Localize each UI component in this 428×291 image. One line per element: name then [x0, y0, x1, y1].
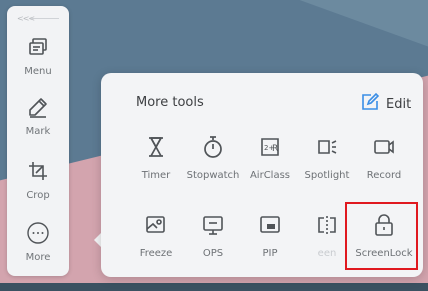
pip-icon — [256, 211, 284, 239]
tool-timer[interactable]: Timer — [127, 133, 185, 181]
edit-button[interactable]: Edit — [360, 92, 411, 116]
tool-record[interactable]: Record — [355, 133, 413, 181]
sidebar-item-label: Crop — [26, 190, 50, 201]
side-toolbar: <<< Menu Mark Crop More — [7, 6, 69, 276]
split-screen-icon — [313, 211, 341, 239]
svg-text:R: R — [272, 144, 278, 154]
sidebar-item-mark[interactable]: Mark — [7, 92, 69, 137]
more-icon — [23, 218, 53, 248]
sidebar-item-label: Menu — [24, 66, 52, 77]
sidebar-item-menu[interactable]: Menu — [7, 32, 69, 77]
taskbar-strip — [0, 283, 428, 291]
tool-stopwatch[interactable]: Stopwatch — [184, 133, 242, 181]
stopwatch-icon — [199, 133, 227, 161]
tool-label: Stopwatch — [186, 170, 240, 181]
tool-label: Freeze — [139, 248, 173, 259]
panel-title: More tools — [136, 95, 204, 110]
tool-label: Timer — [141, 170, 171, 181]
edit-label: Edit — [386, 96, 412, 112]
tool-label: Spotlight — [304, 170, 350, 181]
menu-icon — [23, 32, 53, 62]
tool-airclass[interactable]: 2+ R AirClass — [241, 133, 299, 181]
edit-icon — [360, 92, 380, 116]
tool-spotlight[interactable]: Spotlight — [298, 133, 356, 181]
pen-icon — [23, 92, 53, 122]
spotlight-icon — [313, 133, 341, 161]
tool-label: Record — [366, 170, 402, 181]
sidebar-item-label: Mark — [25, 126, 51, 137]
tool-label: AirClass — [249, 170, 291, 181]
screenlock-highlight-box — [345, 202, 418, 270]
sidebar-item-label: More — [25, 252, 51, 263]
tool-ops[interactable]: OPS — [184, 211, 242, 259]
airclass-icon: 2+ R — [256, 133, 284, 161]
tool-label: OPS — [202, 248, 224, 259]
tool-freeze[interactable]: Freeze — [127, 211, 185, 259]
crop-icon — [23, 156, 53, 186]
freeze-icon — [142, 211, 170, 239]
sidebar-item-crop[interactable]: Crop — [7, 156, 69, 201]
tool-label: PIP — [262, 248, 278, 259]
hourglass-icon — [142, 133, 170, 161]
collapse-divider — [31, 18, 59, 19]
ops-icon — [199, 211, 227, 239]
record-icon — [370, 133, 398, 161]
sidebar-item-more[interactable]: More — [7, 218, 69, 263]
tool-pip[interactable]: PIP — [241, 211, 299, 259]
